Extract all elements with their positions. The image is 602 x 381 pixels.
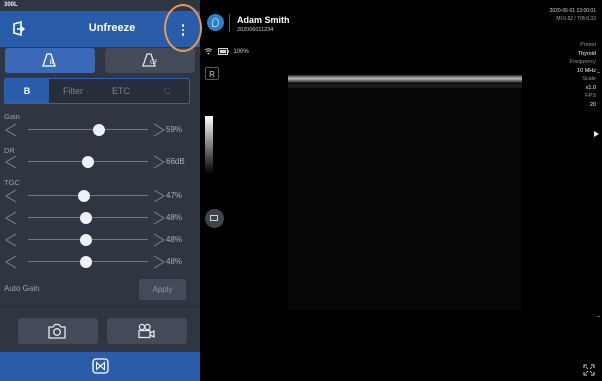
expand-arrow-icon[interactable] [594,131,599,137]
svg-text:CF: CF [150,59,158,66]
wifi-icon [204,48,213,55]
dr-slider[interactable]: 66dB [4,155,194,169]
menu-highlight-ring [164,4,202,52]
tgc-slider-4[interactable]: 48% [4,255,194,269]
auto-gain-label: Auto Gain [4,284,40,293]
slider-value: 48% [166,213,183,222]
slider-value: 48% [166,257,183,266]
increase-chevron-icon[interactable] [152,233,166,247]
slider-value: 66dB [166,157,185,166]
param-value: x1.0 [585,84,596,91]
slider-knob[interactable] [79,256,92,268]
ultrasound-image[interactable] [288,75,522,310]
gain-slider[interactable]: 59% [4,123,194,137]
battery-level: 100% [233,49,249,56]
decrease-chevron-icon[interactable] [4,189,18,203]
image-viewer: Adam Smith 202006011234 100% R 2020-06-0… [200,0,602,381]
header-separator [229,14,230,32]
battery-icon [217,48,229,55]
increase-chevron-icon[interactable] [152,255,166,269]
tgc-label: TGC [4,178,20,187]
footer-bar [0,352,200,381]
patient-name: Adam Smith [237,15,290,25]
app-logo-icon [207,14,224,31]
mi-tib: MI:0.82 / TIB:0.33 [556,16,596,22]
param-value: Thyroid [577,50,596,57]
freeze-icon[interactable] [92,358,109,374]
depth-tick [597,72,600,73]
decrease-chevron-icon[interactable] [4,211,18,225]
decrease-chevron-icon[interactable] [4,123,18,137]
tab-c[interactable]: C [145,79,189,103]
tgc-slider-2[interactable]: 48% [4,211,194,225]
param-key: Frequency [570,59,596,65]
status-row: 100% [204,48,249,55]
slider-value: 59% [166,125,183,134]
divider [0,306,200,307]
param-value: 20 [589,101,596,108]
slider-value: 48% [166,235,183,244]
param-key: Scale [582,76,596,82]
back-icon[interactable] [12,21,26,37]
gain-label: Gain [4,112,20,121]
record-video-button[interactable] [107,318,187,344]
control-panel: 300L Unfreeze B CF B Filter ETC C Gain 5… [0,0,200,381]
apply-button[interactable]: Apply [139,279,186,300]
param-value: 10 MHz [577,67,596,74]
param-key: FPS [585,93,596,99]
image-toggle-icon[interactable] [205,209,224,228]
camera-icon [48,323,66,339]
increase-chevron-icon[interactable] [152,123,166,137]
tab-filter[interactable]: Filter [49,79,97,103]
slider-knob[interactable] [79,212,92,224]
b-mode-button[interactable]: B [5,48,95,73]
grayscale-bar [205,116,213,174]
decrease-chevron-icon[interactable] [4,155,18,169]
slider-knob[interactable] [92,124,105,136]
depth-tick [597,316,600,317]
freeze-toggle-title[interactable]: Unfreeze [62,22,162,34]
orientation-marker: R [205,67,219,80]
tab-b[interactable]: B [5,79,49,103]
color-flow-probe-icon: CF [142,53,158,67]
tgc-slider-3[interactable]: 48% [4,233,194,247]
tab-etc[interactable]: ETC [97,79,145,103]
b-mode-probe-icon: B [42,53,56,67]
video-camera-icon [138,323,155,339]
dr-label: DR [4,146,15,155]
ultrasound-app: 300L Unfreeze B CF B Filter ETC C Gain 5… [0,0,602,381]
echo-line [288,75,522,83]
datetime: 2020-06-01 13:00:01 [549,8,596,14]
svg-text:B: B [50,59,54,66]
scan-params: Preset Thyroid Frequency 10 MHz Scale x1… [570,41,596,109]
slider-knob[interactable] [79,234,92,246]
probe-label: 300L [4,2,18,8]
slider-knob[interactable] [78,190,91,202]
fullscreen-icon[interactable] [583,364,595,376]
decrease-chevron-icon[interactable] [4,255,18,269]
increase-chevron-icon[interactable] [152,211,166,225]
slider-knob[interactable] [82,156,94,168]
patient-id: 202006011234 [237,27,274,33]
capture-image-button[interactable] [18,318,98,344]
slider-value: 47% [166,191,183,200]
echo-stripe [288,84,522,88]
tgc-slider-1[interactable]: 47% [4,189,194,203]
increase-chevron-icon[interactable] [152,189,166,203]
mode-tabs: B Filter ETC C [4,78,190,104]
increase-chevron-icon[interactable] [152,155,166,169]
decrease-chevron-icon[interactable] [4,233,18,247]
slider-track [28,129,148,130]
scan-info: 2020-06-01 13:00:01 MI:0.82 / TIB:0.33 [550,8,596,22]
param-key: Preset [580,42,596,48]
